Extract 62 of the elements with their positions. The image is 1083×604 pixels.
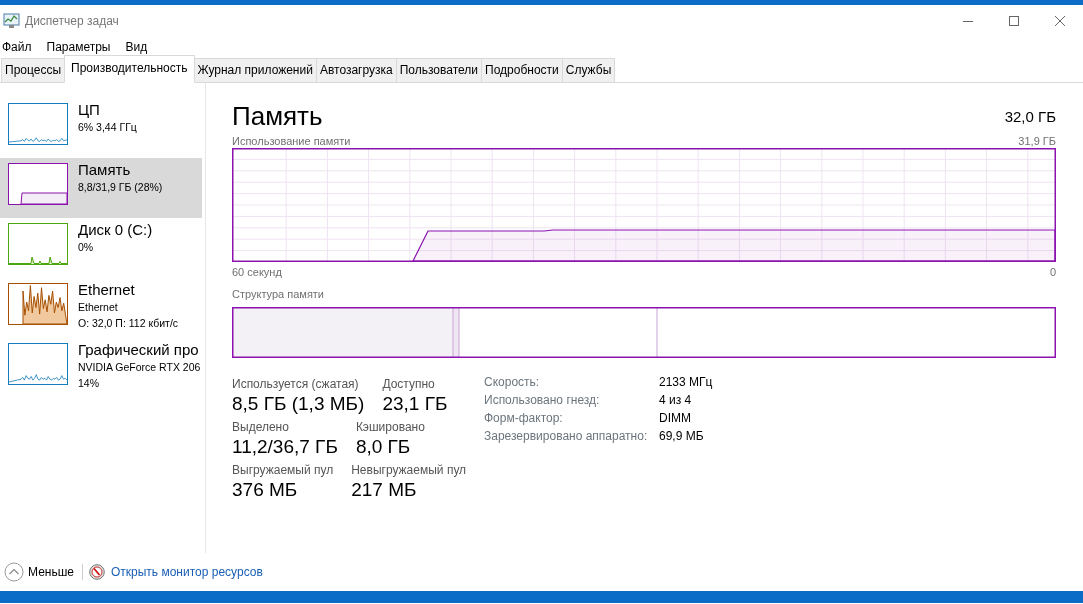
panel-title: Память (232, 101, 323, 131)
resource-detail: 6% 3,44 ГГц (78, 120, 137, 135)
sidebar-item[interactable]: Память 8,8/31,9 ГБ (28%) (0, 158, 202, 218)
tab[interactable]: Журнал приложений (193, 58, 317, 82)
property-label: Зарезервировано аппаратно: (484, 428, 649, 445)
property-value: 4 из 4 (659, 392, 692, 409)
time-end-label: 0 (1049, 265, 1056, 279)
stat-label: Выгружаемый пул (232, 462, 334, 478)
stat-value: 11,2/36,7 ГБ (232, 435, 338, 459)
stat-label: Кэшировано (355, 419, 425, 435)
resource-name: Диск 0 (C:) (78, 221, 153, 239)
stat-value: 23,1 ГБ (382, 392, 448, 416)
property-label: Форм-фактор: (484, 410, 564, 427)
resource-detail: 0% (78, 240, 95, 255)
property-label: Использовано гнезд: (484, 392, 601, 409)
menu-item[interactable]: Файл (0, 38, 45, 56)
app-icon (2, 13, 22, 29)
graph-max-label: 31,9 ГБ (1018, 134, 1056, 148)
resource-name: Графический про (78, 341, 200, 359)
resource-detail: О: 32,0 П: 112 кбит/с (78, 316, 179, 331)
tab[interactable]: Пользователи (395, 58, 483, 82)
resource-name: Память (78, 161, 132, 179)
menu-item[interactable]: Вид (123, 38, 161, 56)
property-value: DIMM (659, 410, 691, 427)
resource-name: ЦП (78, 101, 101, 119)
stat-label: Используется (сжатая) (232, 376, 360, 392)
stat-label: Невыгружаемый пул (351, 462, 467, 478)
window-title: Диспетчер задач (25, 13, 119, 30)
composition-label: Структура памяти (232, 288, 325, 300)
stat-value: 8,0 ГБ (355, 435, 412, 459)
stat-label: Выделено (232, 419, 290, 435)
total-memory: 32,0 ГБ (1004, 106, 1056, 127)
resource-name: Ethernet (78, 281, 136, 299)
fewer-details-link[interactable]: Меньше (24, 563, 82, 581)
stat-value: 8,5 ГБ (1,3 МБ) (232, 392, 365, 416)
stat-value: 217 МБ (351, 478, 418, 502)
collapse-icon[interactable] (4, 562, 24, 582)
property-value: 2133 МГц (659, 374, 713, 391)
tab[interactable]: Процессы (1, 58, 65, 82)
sidebar-item[interactable]: Графический про NVIDIA GeForce RTX 206 14% (0, 338, 202, 398)
property-label: Скорость: (484, 374, 541, 391)
time-span-label: 60 секунд (232, 265, 282, 279)
maximize-icon (1009, 16, 1019, 26)
resource-monitor-link[interactable]: Открыть монитор ресурсов (111, 563, 263, 581)
tab[interactable]: Автозагрузка (315, 58, 397, 82)
sidebar-item[interactable]: Ethernet Ethernet О: 32,0 П: 112 кбит/с (0, 278, 202, 338)
tab[interactable]: Службы (561, 58, 616, 82)
resource-detail: NVIDIA GeForce RTX 206 (78, 360, 201, 375)
stat-value: 376 МБ (232, 478, 299, 502)
sidebar-item[interactable]: Диск 0 (C:) 0% (0, 218, 202, 278)
tab[interactable]: Производительность (64, 55, 195, 83)
resource-monitor-icon (89, 564, 105, 580)
resource-detail: 8,8/31,9 ГБ (28%) (78, 180, 163, 195)
graph-label: Использование памяти (232, 134, 351, 148)
sidebar-item[interactable]: ЦП 6% 3,44 ГГц (0, 98, 202, 158)
tab[interactable]: Подробности (481, 58, 563, 82)
close-icon (1055, 16, 1065, 26)
menu-item[interactable]: Параметры (44, 38, 124, 56)
resource-detail: Ethernet (78, 300, 119, 315)
stat-label: Доступно (382, 376, 436, 392)
resource-detail: 14% (78, 376, 100, 391)
property-value: 69,9 МБ (659, 428, 704, 445)
